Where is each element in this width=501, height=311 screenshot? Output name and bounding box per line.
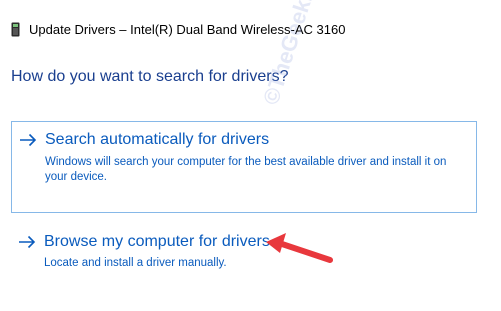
dialog-header: Update Drivers – Intel(R) Dual Band Wire… [11,19,345,39]
device-icon [11,22,20,36]
search-automatically-option[interactable]: Search automatically for drivers Windows… [11,121,477,213]
browse-computer-description: Locate and install a driver manually. [44,257,227,269]
annotation-arrow-icon [266,233,333,263]
arrow-right-icon [19,235,36,249]
search-automatically-description: Windows will search your computer for th… [45,156,447,183]
search-automatically-label[interactable]: Search automatically for drivers [45,131,269,149]
search-prompt-heading: How do you want to search for drivers? [11,68,289,85]
watermark: ©TheGeekPage.com [258,0,348,108]
arrow-right-icon [20,133,37,147]
browse-computer-option[interactable]: Browse my computer for drivers Locate an… [11,228,477,276]
browse-computer-label[interactable]: Browse my computer for drivers [44,233,270,251]
dialog-title: Update Drivers – Intel(R) Dual Band Wire… [29,21,346,37]
